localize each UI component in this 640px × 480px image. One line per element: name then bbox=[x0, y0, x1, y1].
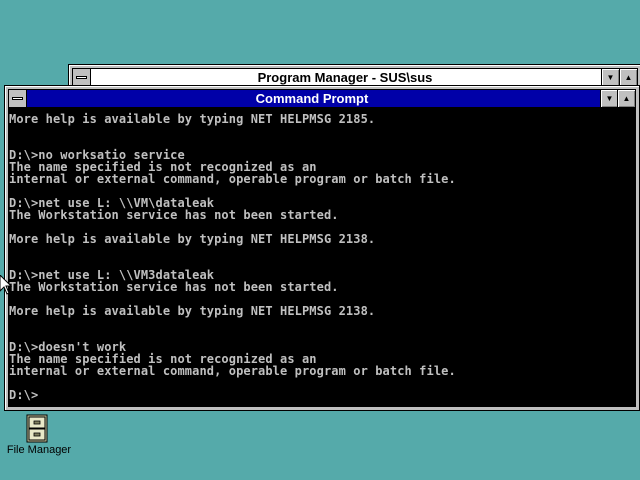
command-prompt-minimize-button[interactable]: ▼ bbox=[600, 90, 618, 107]
command-prompt-window[interactable]: Command Prompt ▼ ▲ More help is availabl… bbox=[4, 85, 640, 411]
console-line: internal or external command, operable p… bbox=[9, 172, 456, 186]
console-line: The Workstation service has not been sta… bbox=[9, 208, 339, 222]
command-prompt-maximize-button[interactable]: ▲ bbox=[617, 90, 635, 107]
console-line: D:\> bbox=[9, 388, 39, 402]
console-text: More help is available by typing NET HEL… bbox=[9, 109, 635, 401]
system-menu-icon bbox=[12, 97, 23, 100]
system-menu-icon bbox=[76, 76, 87, 79]
console-line: More help is available by typing NET HEL… bbox=[9, 232, 376, 246]
console-line: The Workstation service has not been sta… bbox=[9, 280, 339, 294]
console-output[interactable]: More help is available by typing NET HEL… bbox=[8, 108, 636, 407]
command-prompt-title: Command Prompt bbox=[255, 91, 369, 106]
file-manager-label[interactable]: File Manager bbox=[0, 444, 78, 456]
file-manager-icon[interactable] bbox=[24, 414, 50, 444]
console-line: More help is available by typing NET HEL… bbox=[9, 112, 376, 126]
command-prompt-system-menu-button[interactable] bbox=[9, 90, 27, 107]
command-prompt-titlebar[interactable]: Command Prompt ▼ ▲ bbox=[8, 89, 636, 108]
console-line: internal or external command, operable p… bbox=[9, 364, 456, 378]
mouse-cursor-icon bbox=[0, 275, 12, 295]
console-line: More help is available by typing NET HEL… bbox=[9, 304, 376, 318]
